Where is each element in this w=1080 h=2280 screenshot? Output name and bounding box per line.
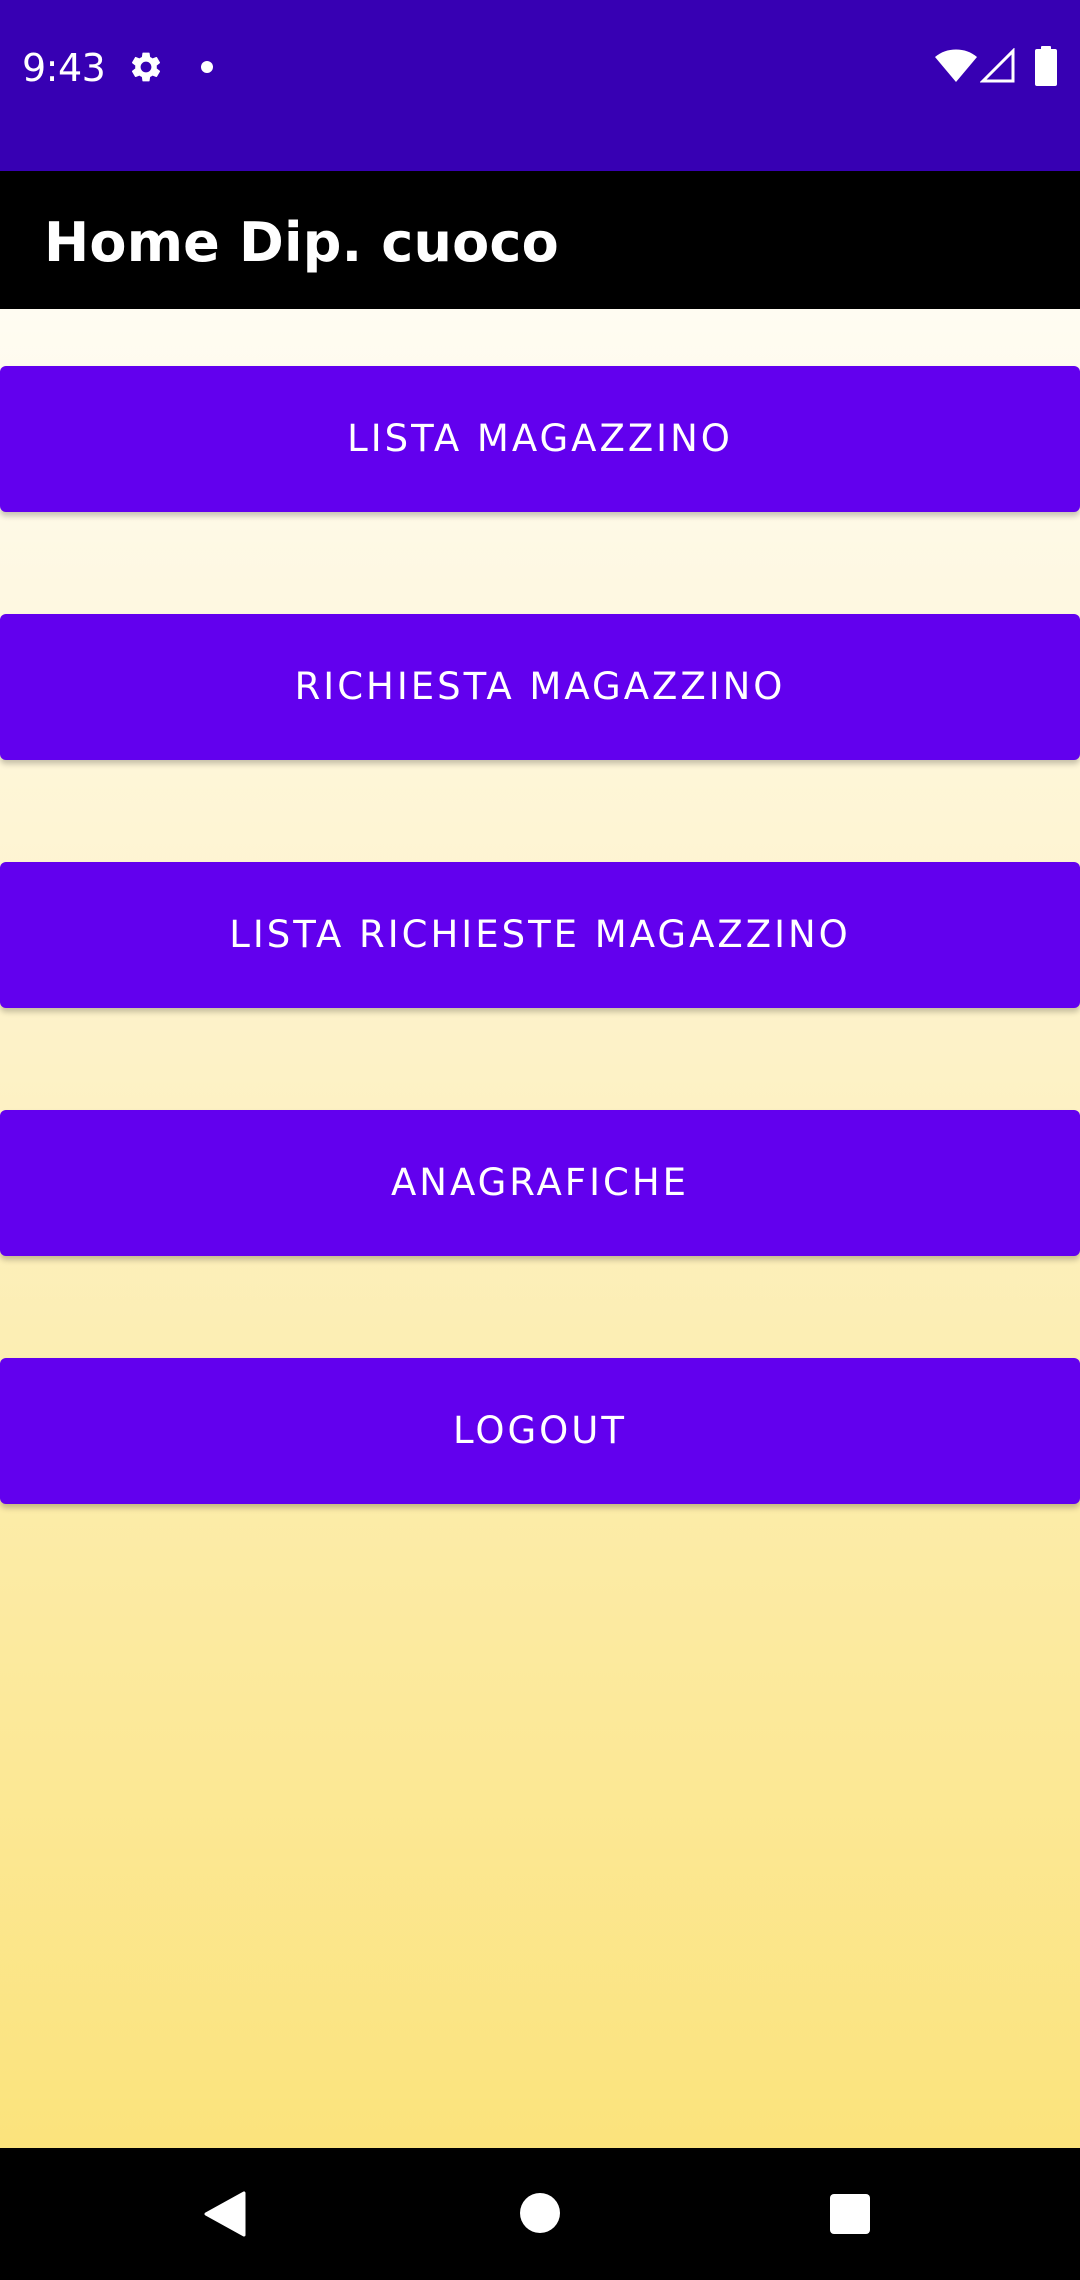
lista-magazzino-button[interactable]: LISTA MAGAZZINO xyxy=(0,366,1080,512)
notification-dot-icon xyxy=(201,61,213,73)
back-icon[interactable] xyxy=(204,2191,246,2237)
status-bar: 9:43 xyxy=(0,0,1080,171)
page-title: Home Dip. cuoco xyxy=(44,211,559,274)
battery-icon xyxy=(1035,46,1057,86)
lista-richieste-magazzino-button[interactable]: LISTA RICHIESTE MAGAZZINO xyxy=(0,862,1080,1008)
richiesta-magazzino-button[interactable]: RICHIESTA MAGAZZINO xyxy=(0,614,1080,760)
app-bar: Home Dip. cuoco xyxy=(0,171,1080,309)
navigation-bar xyxy=(0,2148,1080,2280)
recents-icon[interactable] xyxy=(829,2193,871,2235)
cellular-signal-icon xyxy=(980,48,1015,83)
wifi-icon xyxy=(935,49,977,82)
gear-icon xyxy=(131,52,161,82)
main-content: LISTA MAGAZZINO RICHIESTA MAGAZZINO LIST… xyxy=(0,309,1080,2148)
anagrafiche-button[interactable]: ANAGRAFICHE xyxy=(0,1110,1080,1256)
home-icon[interactable] xyxy=(519,2192,561,2234)
logout-button[interactable]: LOGOUT xyxy=(0,1358,1080,1504)
status-time: 9:43 xyxy=(22,46,106,90)
